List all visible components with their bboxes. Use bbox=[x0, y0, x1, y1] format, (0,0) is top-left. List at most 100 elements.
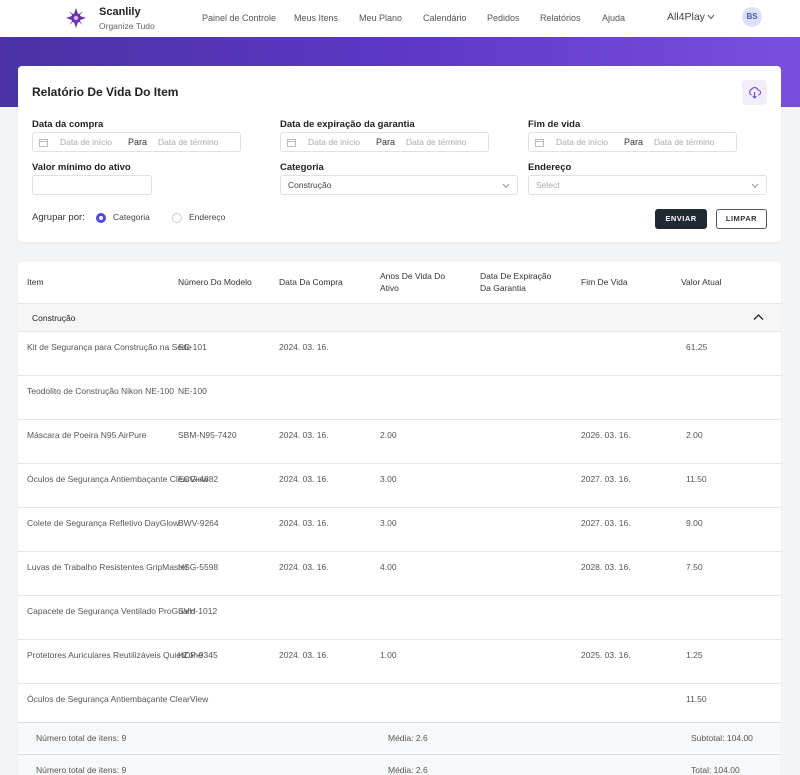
filter-card: Relatório De Vida Do Item Data da compra… bbox=[18, 66, 781, 242]
subtotal-count: Número total de itens: 9 bbox=[36, 733, 127, 743]
logo-icon[interactable] bbox=[66, 8, 86, 28]
range-separator: Para bbox=[624, 137, 644, 147]
range-separator: Para bbox=[128, 137, 148, 147]
calendar-icon bbox=[535, 139, 544, 147]
cell-current-value: 61.25 bbox=[686, 342, 708, 352]
col-header-end-of-life[interactable]: Fim De Vida bbox=[581, 276, 628, 288]
nav-my-plan[interactable]: Meu Plano bbox=[359, 13, 402, 23]
group-row[interactable]: Construção bbox=[18, 304, 781, 332]
cell-purchase-date: 2024. 03. 16. bbox=[279, 518, 329, 528]
cell-purchase-date: 2024. 03. 16. bbox=[279, 430, 329, 440]
end-date-placeholder[interactable]: Data de término bbox=[406, 137, 466, 147]
min-value-input[interactable] bbox=[32, 175, 152, 195]
cell-model: NE-100 bbox=[178, 386, 207, 396]
nav-help[interactable]: Ajuda bbox=[602, 13, 625, 23]
cell-model: SBM-N95-7420 bbox=[178, 430, 237, 440]
cell-end-of-life: 2025. 03. 16. bbox=[581, 650, 631, 660]
cell-end-of-life: 2026. 03. 16. bbox=[581, 430, 631, 440]
table-row[interactable]: Kit de Segurança para Construção na Sede… bbox=[18, 332, 781, 376]
cell-asset-years: 1.00 bbox=[380, 650, 397, 660]
end-date-placeholder[interactable]: Data de término bbox=[158, 137, 218, 147]
table-row[interactable]: Capacete de Segurança Ventilado ProGuard… bbox=[18, 596, 781, 640]
cell-current-value: 11.50 bbox=[686, 474, 707, 484]
table-row[interactable]: Protetores Auriculares Reutilizáveis Qui… bbox=[18, 640, 781, 684]
cell-model: HSG-5598 bbox=[178, 562, 219, 572]
cloud-download-icon bbox=[749, 86, 761, 99]
end-of-life-range[interactable]: Data de início Para Data de término bbox=[528, 132, 737, 152]
col-header-item[interactable]: Item bbox=[27, 276, 44, 288]
col-header-warranty-expiry[interactable]: Data De Expiração Da Garantia bbox=[480, 270, 560, 294]
nav-dashboard[interactable]: Painel de Controle bbox=[202, 13, 276, 23]
col-header-purchase-date[interactable]: Data Da Compra bbox=[279, 276, 343, 288]
start-date-placeholder[interactable]: Data de início bbox=[308, 137, 360, 147]
min-value-label: Valor mínimo do ativo bbox=[32, 162, 131, 173]
cell-item: Capacete de Segurança Ventilado ProGuard bbox=[27, 606, 196, 616]
nav-my-items[interactable]: Meus Itens bbox=[294, 13, 338, 23]
avatar[interactable]: BS bbox=[742, 7, 762, 27]
table-row[interactable]: Teodolito de Construção Nikon NE-100 NE-… bbox=[18, 376, 781, 420]
address-select[interactable]: Select bbox=[528, 175, 767, 195]
org-switcher[interactable]: All4Play bbox=[667, 11, 705, 23]
category-select[interactable]: Construção bbox=[280, 175, 518, 195]
cell-asset-years: 3.00 bbox=[380, 518, 397, 528]
table-row[interactable]: Luvas de Trabalho Resistentes GripMaster… bbox=[18, 552, 781, 596]
cell-current-value: 9.00 bbox=[686, 518, 703, 528]
address-label: Endereço bbox=[528, 162, 572, 173]
purchase-date-range[interactable]: Data de início Para Data de término bbox=[32, 132, 241, 152]
nav-calendar[interactable]: Calendário bbox=[423, 13, 467, 23]
cell-purchase-date: 2024. 03. 16. bbox=[279, 562, 329, 572]
chevron-up-icon[interactable] bbox=[753, 313, 764, 321]
clear-button[interactable]: LIMPAR bbox=[716, 209, 767, 229]
subtotal-row: Número total de itens: 9 Média: 2.6 Subt… bbox=[18, 722, 781, 752]
start-date-placeholder[interactable]: Data de início bbox=[556, 137, 608, 147]
nav-reports[interactable]: Relatórios bbox=[540, 13, 581, 23]
cell-end-of-life: 2028. 03. 16. bbox=[581, 562, 631, 572]
cell-current-value: 11.50 bbox=[686, 694, 707, 704]
end-date-placeholder[interactable]: Data de término bbox=[654, 137, 714, 147]
chevron-down-icon bbox=[502, 183, 510, 189]
cell-item: Luvas de Trabalho Resistentes GripMaster bbox=[27, 562, 189, 572]
cell-asset-years: 2.00 bbox=[380, 430, 397, 440]
calendar-icon bbox=[39, 139, 48, 147]
chevron-down-icon bbox=[751, 183, 759, 189]
cell-current-value: 2.00 bbox=[686, 430, 703, 440]
cell-current-value: 1.25 bbox=[686, 650, 703, 660]
app-name: Scanlily bbox=[99, 6, 141, 18]
cell-model: HCP-9345 bbox=[178, 650, 218, 660]
total-row: Número total de itens: 9 Média: 2.6 Tota… bbox=[18, 754, 781, 775]
cell-purchase-date: 2024. 03. 16. bbox=[279, 650, 329, 660]
chevron-down-icon[interactable] bbox=[707, 14, 715, 20]
download-button[interactable] bbox=[742, 80, 767, 105]
col-header-model[interactable]: Número Do Modelo bbox=[178, 276, 252, 288]
cell-model: BWV-9264 bbox=[178, 518, 219, 528]
table-row[interactable]: Máscara de Poeira N95 AirPure SBM-N95-74… bbox=[18, 420, 781, 464]
cell-item: Kit de Segurança para Construção na Sede bbox=[27, 342, 192, 352]
subtotal-sum: Subtotal: 104.00 bbox=[691, 733, 753, 743]
category-value: Construção bbox=[288, 180, 332, 190]
radio-address[interactable] bbox=[172, 213, 182, 223]
total-sum: Total: 104.00 bbox=[691, 765, 740, 775]
cell-asset-years: 3.00 bbox=[380, 474, 397, 484]
start-date-placeholder[interactable]: Data de início bbox=[60, 137, 112, 147]
cell-model: ECG-4882 bbox=[178, 474, 219, 484]
col-header-current-value[interactable]: Valor Atual bbox=[681, 276, 721, 288]
table-row[interactable]: Colete de Segurança Refletivo DayGlow BW… bbox=[18, 508, 781, 552]
calendar-icon bbox=[287, 139, 296, 147]
subtotal-average: Média: 2.6 bbox=[388, 733, 428, 743]
send-button[interactable]: ENVIAR bbox=[655, 209, 707, 229]
radio-category-label[interactable]: Categoria bbox=[113, 212, 150, 222]
cell-end-of-life: 2027. 03. 16. bbox=[581, 474, 631, 484]
nav-orders[interactable]: Pedidos bbox=[487, 13, 520, 23]
cell-item: Óculos de Segurança Antiembaçante ClearV… bbox=[27, 694, 209, 704]
cell-current-value: 7.50 bbox=[686, 562, 703, 572]
col-header-asset-years[interactable]: Anos De Vida Do Ativo bbox=[380, 270, 460, 294]
cell-item: Colete de Segurança Refletivo DayGlow bbox=[27, 518, 180, 528]
table-row[interactable]: Óculos de Segurança Antiembaçante ClearV… bbox=[18, 464, 781, 508]
group-name: Construção bbox=[32, 313, 76, 323]
category-label: Categoria bbox=[280, 162, 324, 173]
radio-category[interactable] bbox=[96, 213, 106, 223]
radio-address-label[interactable]: Endereço bbox=[189, 212, 225, 222]
warranty-date-range[interactable]: Data de início Para Data de término bbox=[280, 132, 489, 152]
report-table: Item Número Do Modelo Data Da Compra Ano… bbox=[18, 262, 781, 775]
app-tagline: Organize Tudo bbox=[99, 21, 155, 31]
